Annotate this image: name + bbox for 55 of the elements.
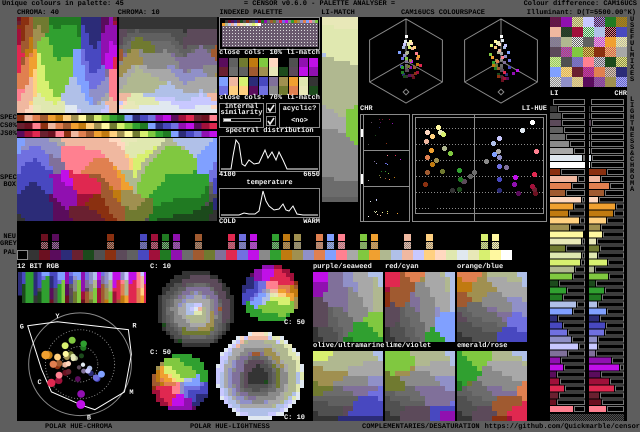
palette-swatch[interactable] xyxy=(83,250,94,260)
palette-swatch[interactable] xyxy=(501,250,512,260)
palette-swatch[interactable] xyxy=(490,250,501,260)
palette-swatch[interactable] xyxy=(270,250,281,260)
palette-swatch[interactable] xyxy=(358,250,369,260)
palette-swatch[interactable] xyxy=(446,250,457,260)
palette-swatch[interactable] xyxy=(17,250,28,260)
palette-swatch[interactable] xyxy=(336,250,347,260)
complementary-drawing xyxy=(457,351,527,421)
complementary-drawing xyxy=(313,272,383,342)
palette-swatch[interactable] xyxy=(292,250,303,260)
complementary-drawing xyxy=(313,351,383,421)
palette-swatch[interactable] xyxy=(325,250,336,260)
palette-swatch[interactable] xyxy=(160,250,171,260)
palette-swatch[interactable] xyxy=(138,250,149,260)
palette-swatch[interactable] xyxy=(248,250,259,260)
colour-wheel xyxy=(152,354,208,410)
palette-swatch[interactable] xyxy=(116,250,127,260)
palette-swatch[interactable] xyxy=(259,250,270,260)
palette-swatch[interactable] xyxy=(28,250,39,260)
palette-swatch[interactable] xyxy=(380,250,391,260)
palette-swatch[interactable] xyxy=(402,250,413,260)
palette-swatch[interactable] xyxy=(303,250,314,260)
palette-swatch[interactable] xyxy=(204,250,215,260)
palette-swatch[interactable] xyxy=(347,250,358,260)
palette-swatch[interactable] xyxy=(215,250,226,260)
palette-swatch[interactable] xyxy=(61,250,72,260)
palette-swatch[interactable] xyxy=(468,250,479,260)
palette-swatch[interactable] xyxy=(94,250,105,260)
palette-swatch[interactable] xyxy=(413,250,424,260)
palette-swatch[interactable] xyxy=(369,250,380,260)
checkbox[interactable] xyxy=(266,116,276,126)
palette-swatch[interactable] xyxy=(314,250,325,260)
palette-swatch[interactable] xyxy=(457,250,468,260)
palette-swatch[interactable] xyxy=(127,250,138,260)
complementary-drawing xyxy=(385,272,455,342)
palette-swatch[interactable] xyxy=(281,250,292,260)
palette-swatch[interactable] xyxy=(391,250,402,260)
palette-swatch[interactable] xyxy=(226,250,237,260)
colour-wheel xyxy=(242,265,298,321)
complementary-drawing xyxy=(385,351,455,421)
palette-swatch[interactable] xyxy=(237,250,248,260)
palette-swatch[interactable] xyxy=(171,250,182,260)
palette-swatch[interactable] xyxy=(479,250,490,260)
palette-swatch[interactable] xyxy=(72,250,83,260)
palette-swatch[interactable] xyxy=(50,250,61,260)
palette-swatch[interactable] xyxy=(105,250,116,260)
palette-swatch[interactable] xyxy=(435,250,446,260)
checkbox[interactable] xyxy=(266,103,276,113)
complementary-drawing xyxy=(457,272,527,342)
palette-swatch[interactable] xyxy=(424,250,435,260)
palette-swatch[interactable] xyxy=(149,250,160,260)
palette-swatch[interactable] xyxy=(39,250,50,260)
palette-swatch[interactable] xyxy=(193,250,204,260)
palette-swatch[interactable] xyxy=(182,250,193,260)
